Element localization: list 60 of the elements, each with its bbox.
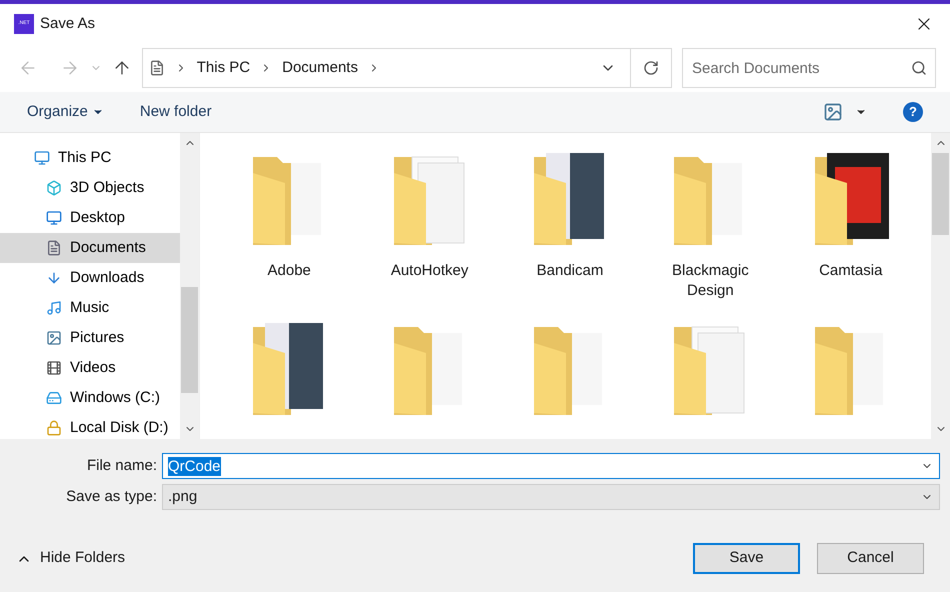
scrollbar[interactable]	[180, 133, 199, 439]
refresh-icon[interactable]	[643, 60, 659, 76]
sidebar-item[interactable]: Documents	[0, 233, 180, 263]
folder-icon	[812, 153, 889, 245]
film-icon	[46, 360, 62, 376]
sidebar-label: Desktop	[70, 208, 126, 228]
sidebar-item[interactable]: Videos	[0, 353, 180, 383]
search-icon	[911, 60, 927, 76]
computer-icon	[34, 150, 50, 166]
help-icon[interactable]: ?	[903, 102, 923, 122]
breadcrumb[interactable]: This PC	[196, 56, 250, 80]
sidebar-item[interactable]: 3D Objects	[0, 173, 180, 203]
sidebar-label: Local Disk (D:)	[70, 418, 168, 438]
breadcrumb[interactable]: Documents	[282, 56, 358, 80]
search-field[interactable]: Search Documents	[682, 48, 936, 88]
sidebar-label: Documents	[70, 238, 146, 258]
view-icon[interactable]	[823, 102, 843, 122]
save-type-label: Save as type:	[65, 486, 157, 507]
sidebar-label: 3D Objects	[70, 178, 144, 198]
save-type-dropdown[interactable]: .png	[162, 484, 940, 510]
address-bar[interactable]: This PC Documents	[142, 48, 672, 88]
lock-icon	[46, 420, 62, 436]
new-folder-button[interactable]: New folder	[140, 100, 212, 124]
folder-label[interactable]: AutoHotkey	[374, 261, 485, 281]
folder-label[interactable]: Bandicam	[514, 261, 625, 281]
sidebar-item[interactable]: Windows (C:)	[0, 383, 180, 413]
sidebar-label: Videos	[70, 358, 116, 378]
folder-label[interactable]: Blackmagic Design	[655, 261, 766, 301]
scrollbar[interactable]	[931, 133, 950, 439]
scrollbar-thumb[interactable]	[181, 287, 198, 393]
document-icon	[46, 240, 62, 256]
file-name-field[interactable]: QrCode	[162, 453, 940, 479]
save-button[interactable]: Save	[693, 543, 800, 574]
document-icon	[148, 60, 165, 76]
drive-icon	[46, 390, 62, 406]
sidebar-label: Downloads	[70, 268, 144, 288]
file-name-label: File name:	[86, 456, 157, 476]
music-note-icon	[46, 300, 62, 316]
scrollbar-thumb[interactable]	[932, 153, 949, 235]
sidebar-item[interactable]: Downloads	[0, 263, 180, 293]
sidebar-label: Windows (C:)	[70, 388, 160, 408]
sidebar-item[interactable]: Music	[0, 293, 180, 323]
sidebar-item[interactable]: This PC	[0, 143, 180, 173]
sidebar-label: This PC	[58, 148, 112, 168]
sidebar-item[interactable]: Pictures	[0, 323, 180, 353]
cube-icon	[46, 180, 62, 196]
sidebar-label: Pictures	[70, 328, 124, 348]
organize-button[interactable]: Organize	[27, 100, 104, 124]
cancel-button[interactable]: Cancel	[817, 543, 924, 574]
sidebar-item[interactable]: Local Disk (D:)	[0, 413, 180, 439]
hide-folders-button[interactable]: Hide Folders	[16, 547, 126, 570]
picture-icon	[46, 330, 62, 346]
sidebar-label: Music	[70, 298, 110, 318]
sidebar-item[interactable]: Desktop	[0, 203, 180, 233]
down-arrow-icon	[46, 270, 62, 286]
monitor-icon	[46, 210, 62, 226]
window-title: Save As	[40, 14, 96, 34]
folder-label[interactable]: Camtasia	[796, 261, 906, 281]
folder-label[interactable]: Adobe	[234, 261, 344, 281]
file-name-value: QrCode	[168, 456, 221, 476]
